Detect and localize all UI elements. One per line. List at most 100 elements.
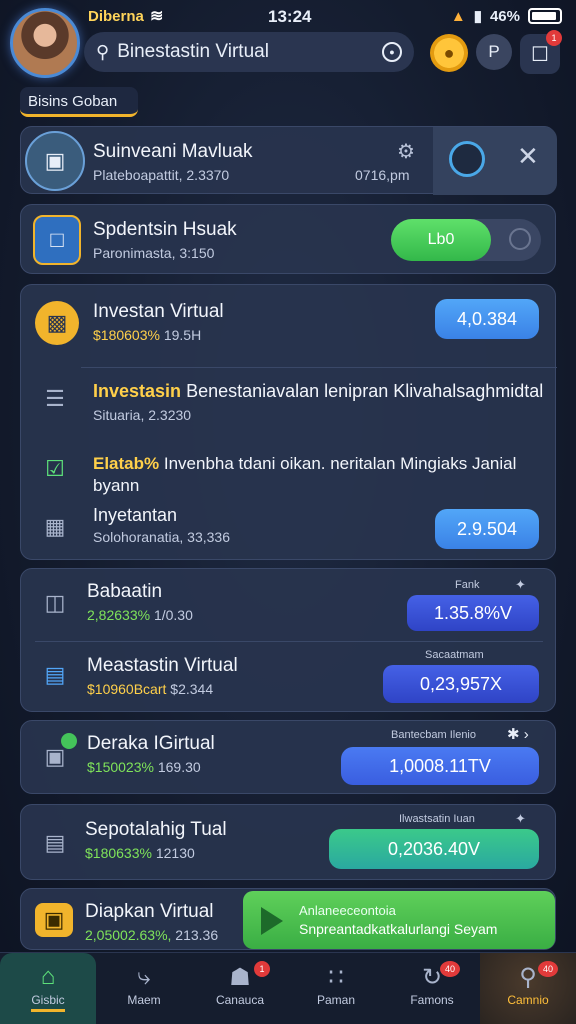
bell-icon: ☐	[531, 43, 549, 66]
list-item[interactable]: ▩ Investan Virtual $180603% 19.5H 4,0.38…	[21, 285, 557, 365]
item-label: Ilwastsatin Iuan	[399, 813, 475, 825]
home-icon: ⌂	[40, 963, 56, 990]
clock: 13:24	[268, 7, 312, 26]
item-percent: $180603%	[93, 327, 160, 343]
notification-icon: ▲	[450, 7, 466, 25]
list-item[interactable]: ▤ Meastastin Virtual $10960Bcart $2.344 …	[21, 643, 557, 713]
toggle-off-icon	[509, 228, 531, 250]
list-item[interactable]: ▣ Deraka IGirtual $150023% 169.30 Bantec…	[20, 720, 556, 794]
card-subtitle: Plateboapattit, 2.3370	[93, 167, 230, 183]
wallet-icon: ▦	[44, 514, 66, 539]
value-pill[interactable]: 1.35.8%V	[407, 595, 539, 631]
notification-badge: 1	[546, 30, 562, 46]
cta-button[interactable]: Anlaneeceontoia Snpreantadkatkalurlangi …	[243, 891, 555, 949]
item-title: Deraka IGirtual	[87, 733, 215, 754]
summary-card[interactable]: ▣ Suinveani Mavluak Plateboapattit, 2.33…	[20, 126, 557, 195]
list-item[interactable]: ▦ Inyetantan Solohoranatia, 33,336 2.9.5…	[21, 499, 557, 559]
search-icon: ⚲	[96, 41, 110, 62]
sparkle-icon: ✦	[515, 811, 526, 826]
play-icon	[261, 907, 283, 935]
status-dot-icon	[61, 733, 77, 749]
profile-p-button[interactable]: P	[476, 34, 512, 70]
divider	[81, 367, 557, 368]
value-pill[interactable]: 1,0008.11TV	[341, 747, 539, 785]
list-item[interactable]: ☰ Investasin Benestaniavalan lenipran Kl…	[21, 371, 557, 431]
shield-icon: □	[33, 215, 81, 265]
item-title: Babaatin	[87, 581, 163, 602]
search-input[interactable]: Binestastin Virtual	[117, 41, 374, 63]
bottom-nav: ⌂ Gisbic ⤷ Maem ☗ 1 Canauca ∷ Paman ↻ 40…	[0, 952, 576, 1024]
search-bar[interactable]: ⚲ Binestastin Virtual ●	[84, 32, 414, 72]
value-pill[interactable]: 0,23,957X	[383, 665, 539, 703]
list-item[interactable]: ▣ Diapkan Virtual 2,05002.63%, 213.36 An…	[20, 888, 556, 950]
value-pill[interactable]: 2.9.504	[435, 509, 539, 549]
cta-line-2: Snpreantadkatkalurlangi Seyam	[299, 921, 498, 937]
value-pill[interactable]: 0,2036.40V	[329, 829, 539, 869]
coin-icon: ●	[443, 42, 455, 63]
nav-badge: 40	[440, 961, 460, 977]
list-item[interactable]: ◫ Babaatin 2,82633% 1/0.30 Fank ✦ 1.35.8…	[21, 569, 557, 639]
magnifier-icon[interactable]	[449, 141, 485, 177]
close-icon[interactable]: ✕	[517, 141, 539, 172]
item-label: Sacaatmam	[425, 649, 484, 661]
nav-item-paman[interactable]: ∷ Paman	[288, 953, 384, 1024]
carrier-label: Diberna	[88, 8, 144, 25]
item-percent: 2,82633%	[87, 607, 151, 623]
avatar[interactable]	[10, 8, 80, 78]
wifi-icon: ≋	[150, 8, 164, 25]
nav-item-famons[interactable]: ↻ 40 Famons	[384, 953, 480, 1024]
briefcase-icon: ▣	[35, 903, 73, 937]
list-item[interactable]: ▤ Sepotalahig Tual $180633% 12130 Ilwast…	[20, 804, 556, 880]
divider	[35, 641, 543, 642]
nav-label: Maem	[127, 993, 161, 1007]
document-icon: ☰	[45, 386, 65, 411]
target-icon[interactable]: ●	[382, 42, 402, 62]
list-item[interactable]: ☑ Elatab% Invenbha tdani oikan. neritala…	[21, 447, 557, 503]
coin-button[interactable]: ●	[430, 34, 468, 72]
section-label[interactable]: Bisins Goban	[20, 87, 138, 117]
chart-icon: ▩	[35, 301, 79, 345]
id-card-icon: ▤	[44, 662, 66, 687]
item-label: Fank	[455, 579, 480, 591]
item-amount: 12130	[155, 845, 195, 861]
notification-button[interactable]: ☐ 1	[520, 30, 562, 74]
status-right: ▲ ▮ 46%	[451, 7, 562, 25]
tablet-icon: ▣	[25, 131, 85, 191]
item-highlight: Elatab%	[93, 454, 160, 473]
refresh-icon: ↻	[421, 964, 443, 991]
nav-badge: 1	[254, 961, 270, 977]
nav-item-maem[interactable]: ⤷ Maem	[96, 953, 192, 1024]
card-title: Spdentsin Hsuak	[93, 219, 237, 240]
item-title: Inyetantan	[93, 505, 178, 525]
card-subtitle: Paronimasta, 3:150	[93, 245, 215, 261]
share-icon: ⤷	[137, 963, 151, 990]
cta-line-1: Anlaneeceontoia	[299, 903, 396, 918]
value-pill[interactable]: 4,0.384	[435, 299, 539, 339]
item-title: Benestaniavalan lenipran Klivahalsaghmid…	[186, 381, 544, 401]
item-title: Investan Virtual	[93, 301, 224, 322]
nav-label: Gisbic	[31, 993, 65, 1012]
investment-list: ▩ Investan Virtual $180603% 19.5H 4,0.38…	[20, 284, 557, 560]
item-title: Diapkan Virtual	[85, 901, 214, 922]
item-amount: 19.5H	[163, 327, 202, 343]
nav-item-canauca[interactable]: ☗ 1 Canauca	[192, 953, 288, 1024]
image-icon: ◫	[44, 590, 66, 615]
stats-card[interactable]: □ Spdentsin Hsuak Paronimasta, 3:150 Lb0	[20, 204, 556, 274]
gear-icon[interactable]: ⚙	[397, 139, 415, 164]
card-title: Suinveani Mavluak	[93, 141, 253, 162]
card-action-panel: ✕	[433, 127, 557, 195]
item-title: Sepotalahig Tual	[85, 819, 227, 840]
item-title: Meastastin Virtual	[87, 655, 238, 676]
chevron-right-icon[interactable]: ✱ ›	[507, 725, 529, 743]
item-amount: 169.30	[157, 759, 201, 775]
item-percent: $10960Bcart	[87, 681, 167, 697]
check-document-icon: ☑	[45, 456, 65, 481]
nav-label: Camnio	[507, 993, 549, 1007]
nav-item-camnio[interactable]: ⚲ 40 Camnio	[480, 953, 576, 1024]
nav-item-home[interactable]: ⌂ Gisbic	[0, 953, 96, 1024]
toggle-switch[interactable]: Lb0	[391, 219, 541, 261]
house-icon: ☗	[229, 964, 251, 991]
item-highlight: Investasin	[93, 381, 182, 401]
nav-label: Paman	[316, 993, 356, 1007]
sparkle-icon: ✦	[515, 577, 526, 592]
